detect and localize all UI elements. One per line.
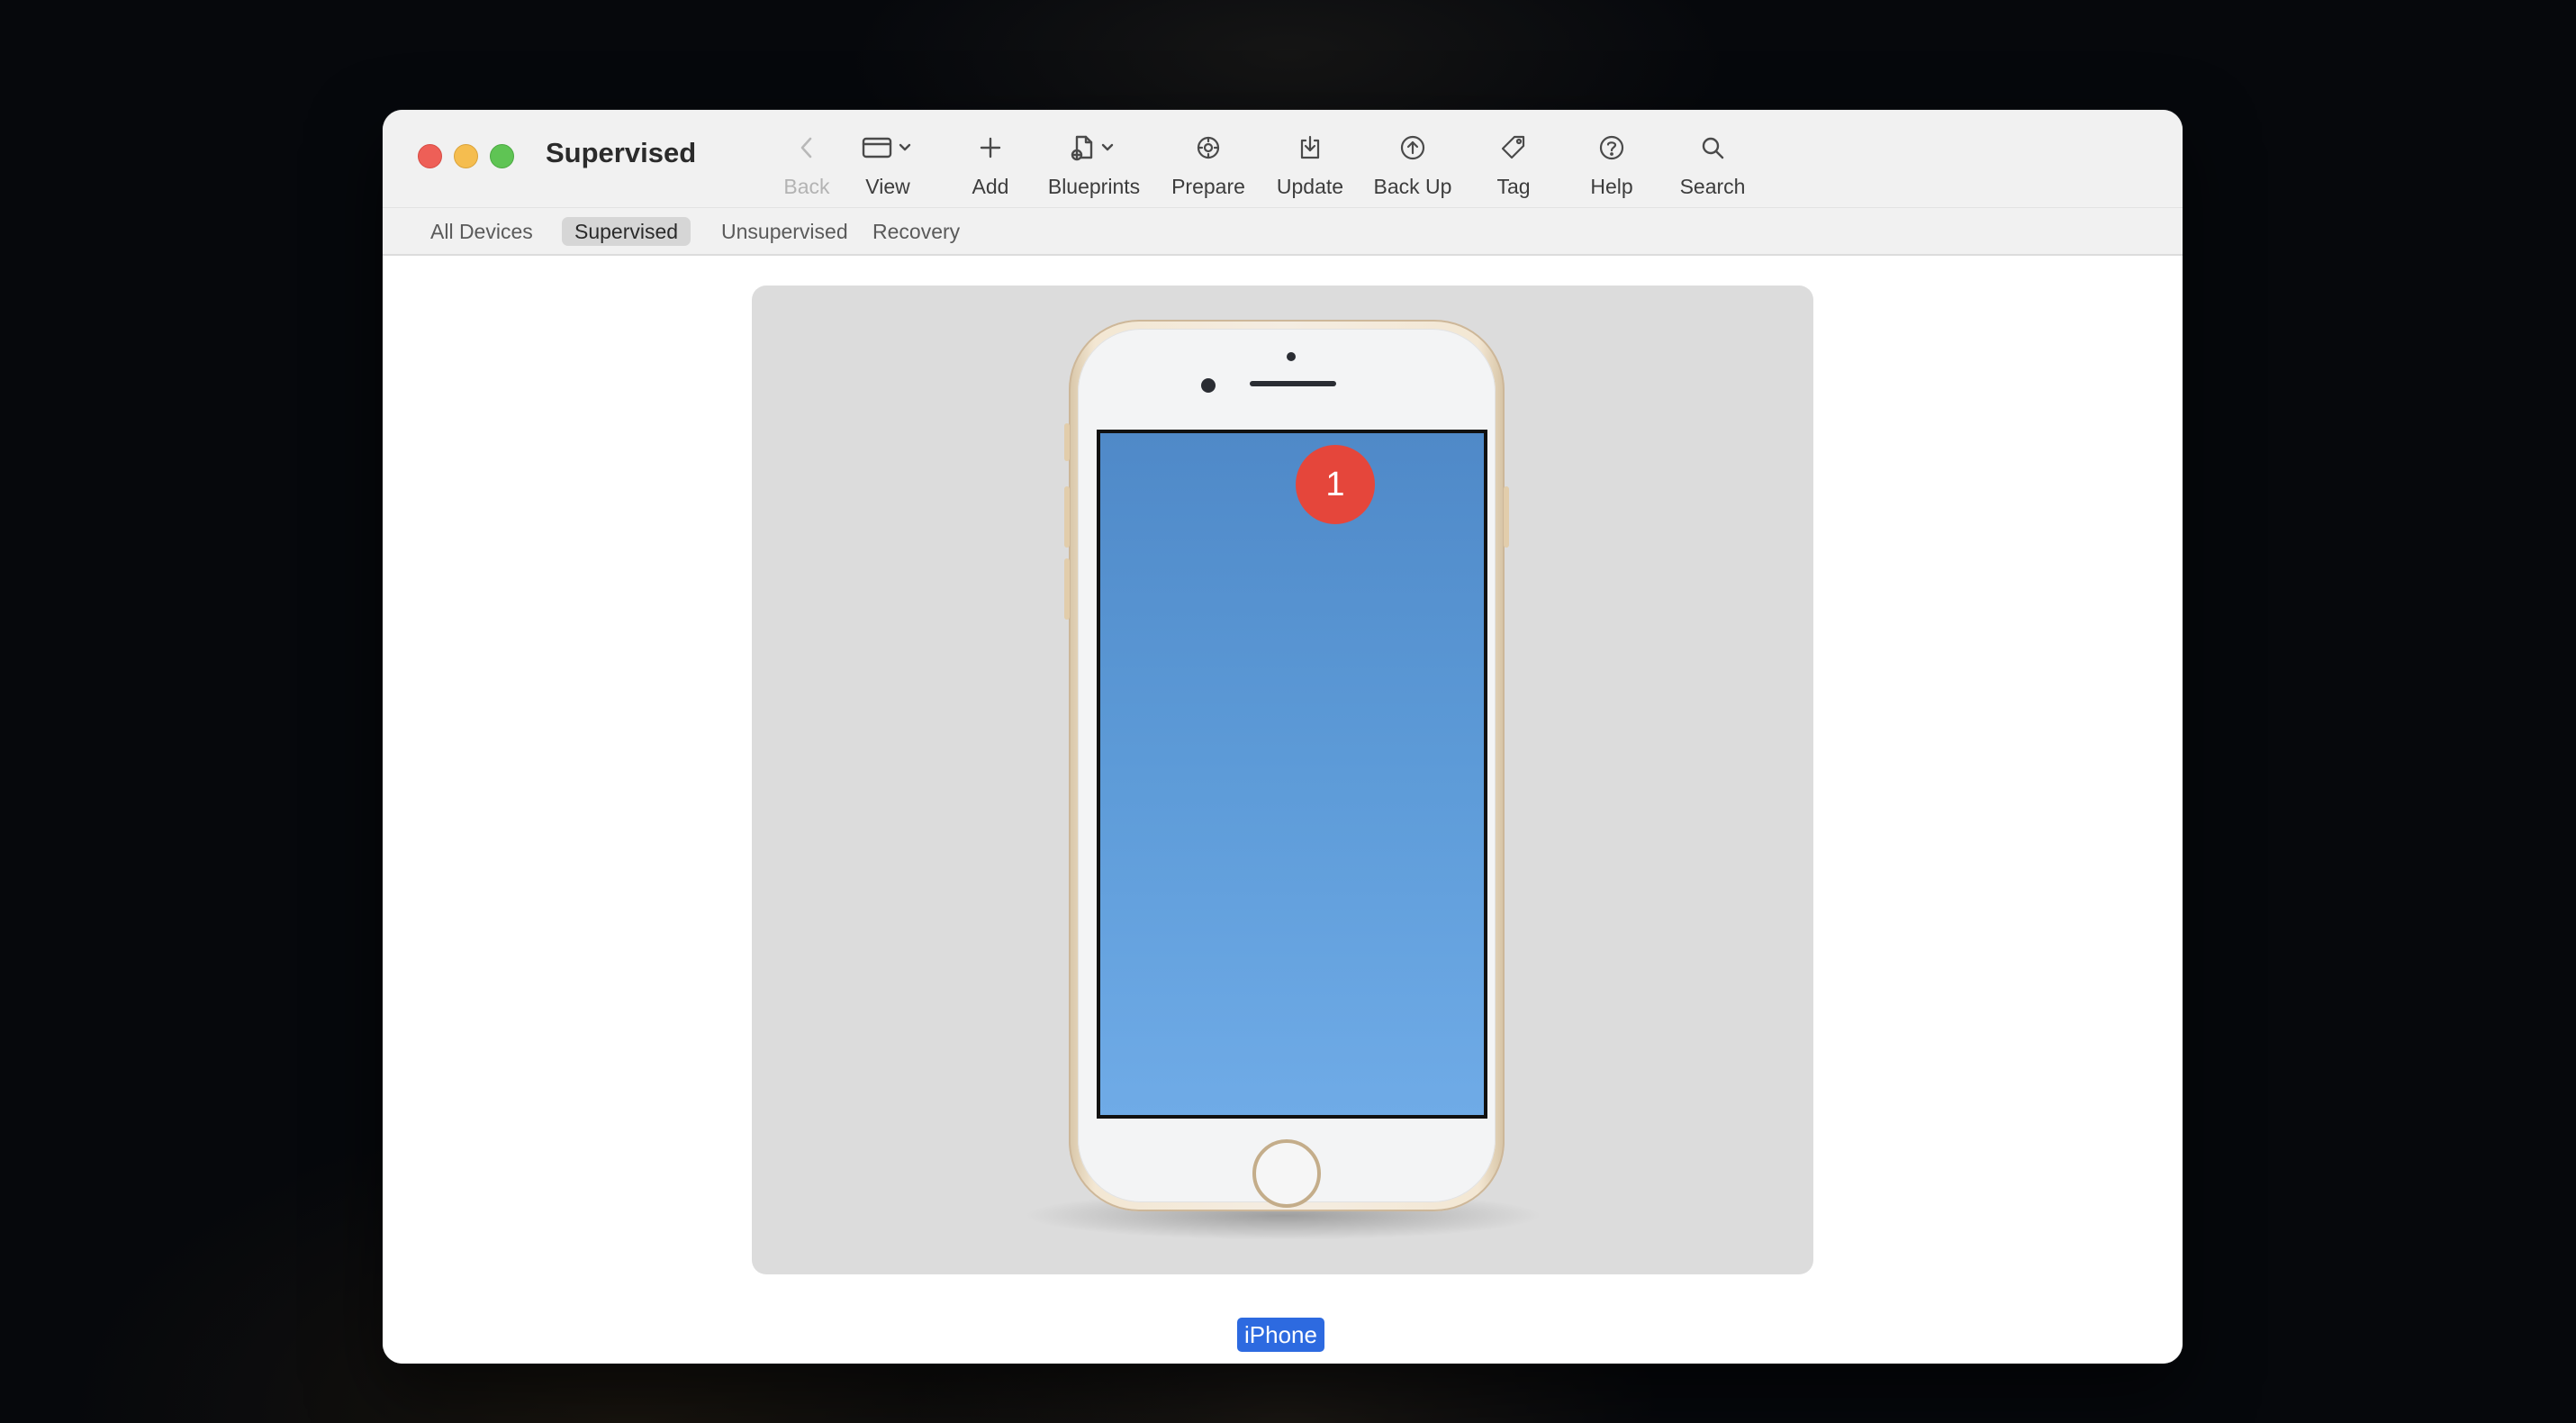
view-button[interactable]: View bbox=[838, 128, 937, 213]
search-icon bbox=[1698, 128, 1727, 168]
prepare-label: Prepare bbox=[1171, 175, 1245, 198]
add-label: Add bbox=[972, 175, 1009, 198]
earpiece-speaker bbox=[1250, 381, 1336, 386]
window-view-icon bbox=[860, 128, 916, 168]
scope-tab-bar: All Devices Supervised Unsupervised Reco… bbox=[383, 207, 2183, 253]
minimize-window-button[interactable] bbox=[454, 144, 478, 168]
tag-button[interactable]: Tag bbox=[1478, 128, 1550, 213]
prepare-button[interactable]: Prepare bbox=[1163, 128, 1253, 213]
iphone-device-icon bbox=[1064, 320, 1509, 1211]
back-label: Back bbox=[783, 175, 830, 198]
power-button bbox=[1504, 486, 1509, 548]
volume-up-button bbox=[1064, 486, 1070, 548]
proximity-sensor bbox=[1287, 352, 1296, 361]
phone-screen bbox=[1097, 430, 1487, 1119]
search-label: Search bbox=[1679, 175, 1746, 198]
tab-supervised[interactable]: Supervised bbox=[562, 217, 691, 246]
update-button[interactable]: Update bbox=[1265, 128, 1355, 213]
tab-unsupervised[interactable]: Unsupervised bbox=[709, 217, 861, 246]
blueprint-document-icon bbox=[1066, 128, 1122, 168]
plus-icon bbox=[977, 128, 1004, 168]
front-camera bbox=[1201, 378, 1216, 393]
search-button[interactable]: Search bbox=[1668, 128, 1758, 213]
tab-all-devices[interactable]: All Devices bbox=[418, 217, 546, 246]
download-tray-icon bbox=[1297, 128, 1324, 168]
update-label: Update bbox=[1276, 175, 1344, 198]
tab-recovery[interactable]: Recovery bbox=[860, 217, 972, 246]
blueprints-label: Blueprints bbox=[1047, 175, 1141, 198]
device-name-label[interactable]: iPhone bbox=[1237, 1318, 1324, 1352]
mute-switch bbox=[1064, 423, 1070, 461]
question-circle-icon bbox=[1597, 128, 1626, 168]
back-up-label: Back Up bbox=[1373, 175, 1452, 198]
chevron-left-icon bbox=[797, 128, 817, 168]
back-up-button[interactable]: Back Up bbox=[1361, 128, 1464, 213]
apple-configurator-window: Supervised Back View Add Blueprints Prep… bbox=[383, 110, 2183, 1364]
back-button[interactable]: Back bbox=[775, 128, 838, 213]
gear-icon bbox=[1194, 128, 1223, 168]
home-button bbox=[1252, 1139, 1321, 1208]
window-title: Supervised bbox=[546, 137, 697, 168]
close-window-button[interactable] bbox=[418, 144, 442, 168]
tag-label: Tag bbox=[1496, 175, 1531, 198]
tag-icon bbox=[1499, 128, 1528, 168]
update-count-badge: 1 bbox=[1296, 445, 1375, 524]
view-label: View bbox=[865, 175, 910, 198]
title-bar: Supervised Back View Add Blueprints Prep… bbox=[383, 110, 2183, 256]
zoom-window-button[interactable] bbox=[490, 144, 514, 168]
help-button[interactable]: Help bbox=[1576, 128, 1648, 213]
phone-front bbox=[1078, 329, 1496, 1208]
add-button[interactable]: Add bbox=[954, 128, 1026, 213]
device-tile-selected[interactable] bbox=[752, 286, 1813, 1274]
arrow-up-circle-icon bbox=[1398, 128, 1427, 168]
volume-down-button bbox=[1064, 558, 1070, 620]
help-label: Help bbox=[1590, 175, 1633, 198]
blueprints-button[interactable]: Blueprints bbox=[1040, 128, 1148, 213]
